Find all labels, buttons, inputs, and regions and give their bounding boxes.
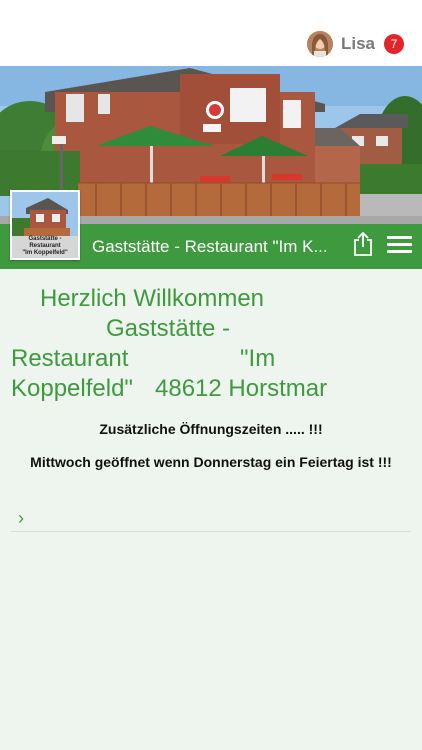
notification-badge[interactable]: 7 bbox=[384, 34, 404, 54]
welcome-line-2: Gaststätte - bbox=[106, 315, 231, 342]
page-title: Gaststätte - Restaurant "Im K... bbox=[92, 237, 328, 256]
share-button[interactable] bbox=[352, 231, 374, 257]
hamburger-menu-icon[interactable] bbox=[387, 236, 412, 256]
user-profile[interactable]: Lisa 7 bbox=[306, 30, 404, 58]
wednesday-notice: Mittwoch geöffnet wenn Donnerstag ein Fe… bbox=[30, 454, 392, 470]
hours-notice: Zusätzliche Öffnungszeiten ..... !!! bbox=[99, 421, 323, 437]
welcome-line-3b: "Im bbox=[240, 345, 276, 372]
chevron-right-icon[interactable]: › bbox=[18, 508, 24, 529]
welcome-line-1: Herzlich Willkommen bbox=[40, 285, 265, 312]
logo-caption-line2: "Im Koppelfeld" bbox=[22, 250, 68, 256]
share-icon bbox=[354, 231, 372, 256]
welcome-line-3a: Restaurant bbox=[11, 345, 129, 372]
welcome-line-4a: Koppelfeld" bbox=[11, 375, 133, 402]
welcome-line-4b: 48612 Horstmar bbox=[155, 375, 328, 402]
avatar[interactable] bbox=[306, 31, 333, 57]
user-name[interactable]: Lisa bbox=[341, 34, 375, 54]
restaurant-logo: Gaststätte - Restaurant "Im Koppelfeld" bbox=[10, 190, 80, 260]
top-bar: Lisa 7 bbox=[0, 0, 422, 66]
logo-caption-line1: Gaststätte - Restaurant bbox=[28, 236, 62, 249]
welcome-text: Herzlich Willkommen Gaststätte - Restaur… bbox=[11, 284, 341, 404]
divider bbox=[11, 531, 411, 532]
